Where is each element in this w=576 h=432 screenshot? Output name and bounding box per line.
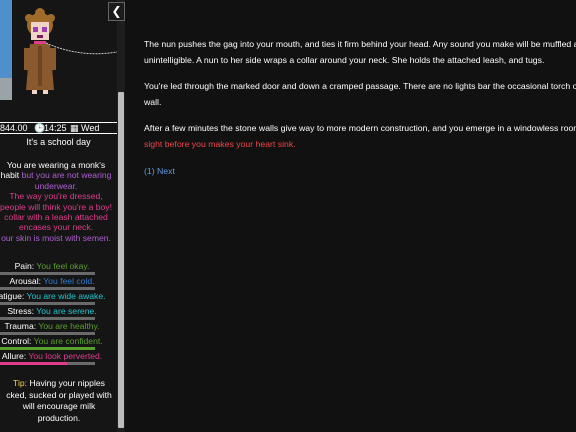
collapse-sidebar-button[interactable]: ❮ xyxy=(108,2,125,21)
passage-line: unintelligible. A nun to her side wraps … xyxy=(144,54,545,65)
desc-line: collar with a leash attached xyxy=(4,212,108,223)
stat-value: You look perverted. xyxy=(28,351,103,361)
tip-text: cked, sucked or played with xyxy=(6,389,112,400)
desc-line: habit xyxy=(0,170,20,181)
stat-bar xyxy=(0,302,95,305)
stat-allure: Allure: You look perverted. xyxy=(0,351,112,366)
stat-bar xyxy=(0,332,95,335)
passage-paragraph: After a few minutes the stone walls give… xyxy=(144,121,576,152)
stat-value: You are wide awake. xyxy=(26,291,106,301)
passage-paragraph: (1) Next xyxy=(144,164,576,180)
tip-label: Tip: xyxy=(13,378,28,388)
stat-label: Arousal: xyxy=(9,276,41,286)
tip-box: Tip: Having your nipples cked, sucked or… xyxy=(0,378,117,424)
stat-trauma: Trauma: You are healthy. xyxy=(0,321,112,336)
stat-bar xyxy=(0,317,95,320)
stat-stress: Stress: You are serene. xyxy=(0,306,112,321)
tip-text: Having your nipples xyxy=(29,378,105,388)
tip-text: production. xyxy=(37,412,81,423)
passage-paragraph: You're led through the marked door and d… xyxy=(144,79,576,110)
desc-line: underwear. xyxy=(34,180,78,191)
stat-value: You are confident. xyxy=(33,336,103,346)
sidebar-scrollbar[interactable] xyxy=(117,0,125,432)
desc-line: You are wearing a monk's xyxy=(6,160,106,170)
stat-label: atigue: xyxy=(0,291,25,301)
stat-bar xyxy=(0,287,95,290)
story-panel: The nun pushes the gag into your mouth, … xyxy=(125,0,576,432)
stat-fatigue: atigue: You are wide awake. xyxy=(0,291,112,306)
scrollbar-thumb[interactable] xyxy=(118,92,124,428)
stat-label: Trauma: xyxy=(4,321,37,331)
calendar-icon: ▦ xyxy=(70,123,79,133)
stat-bar xyxy=(0,362,95,365)
stat-pain: Pain: You feel okay. xyxy=(0,261,112,276)
character-sprite xyxy=(24,8,117,94)
passage-paragraph: The nun pushes the gag into your mouth, … xyxy=(144,37,576,68)
passage-line: wall. xyxy=(144,96,162,107)
stat-label: Control: xyxy=(1,336,32,346)
sidebar: 844.00 🕒 14:25 ▦ Wed It's a school day Y… xyxy=(0,0,125,432)
date-year: 844.00 xyxy=(0,123,28,133)
passage-line-highlight: sight before you makes your heart sink. xyxy=(144,138,296,149)
stat-bar-fill xyxy=(0,347,95,350)
stat-label: Allure: xyxy=(1,351,27,361)
passage-line: The nun pushes the gag into your mouth, … xyxy=(144,39,576,49)
desc-line: but you are not wearing xyxy=(21,170,112,181)
stat-label: Pain: xyxy=(14,261,35,271)
time-text: 14:25 xyxy=(44,123,67,133)
passage-line: After a few minutes the stone walls give… xyxy=(144,123,576,134)
stat-value: You feel cold. xyxy=(43,276,95,286)
sidebar-scroll-area: 844.00 🕒 14:25 ▦ Wed It's a school day Y… xyxy=(0,0,117,432)
passage-line: You're led through the marked door and d… xyxy=(144,81,576,92)
stat-bar xyxy=(0,272,95,275)
stat-control: Control: You are confident. xyxy=(0,336,112,351)
tip-text: will encourage milk xyxy=(22,401,96,412)
stat-value: You are healthy. xyxy=(38,321,100,331)
chevron-left-icon: ❮ xyxy=(111,4,122,18)
desc-line: people will think you're a boy! xyxy=(0,201,112,212)
avatar xyxy=(0,0,117,120)
stat-value: You feel okay. xyxy=(36,261,90,271)
school-day-text: It's a school day xyxy=(26,137,91,147)
desc-line: encases your neck. xyxy=(18,222,94,233)
stat-arousal: Arousal: You feel cold. xyxy=(0,276,112,291)
stat-label: Stress: xyxy=(7,306,35,316)
next-link[interactable]: (1) Next xyxy=(144,166,175,176)
desc-line: The way you're dressed, xyxy=(9,191,103,202)
desc-line: our skin is moist with semen. xyxy=(1,232,111,243)
passage-text: The nun pushes the gag into your mouth, … xyxy=(144,37,576,190)
stat-bar xyxy=(0,347,95,350)
stat-value: You are serene. xyxy=(36,306,97,316)
day-text: Wed xyxy=(81,123,100,133)
appearance-description: You are wearing a monk's habit but you a… xyxy=(0,160,117,243)
stat-bar-fill xyxy=(0,362,67,365)
date-bar: 844.00 🕒 14:25 ▦ Wed xyxy=(0,122,117,134)
